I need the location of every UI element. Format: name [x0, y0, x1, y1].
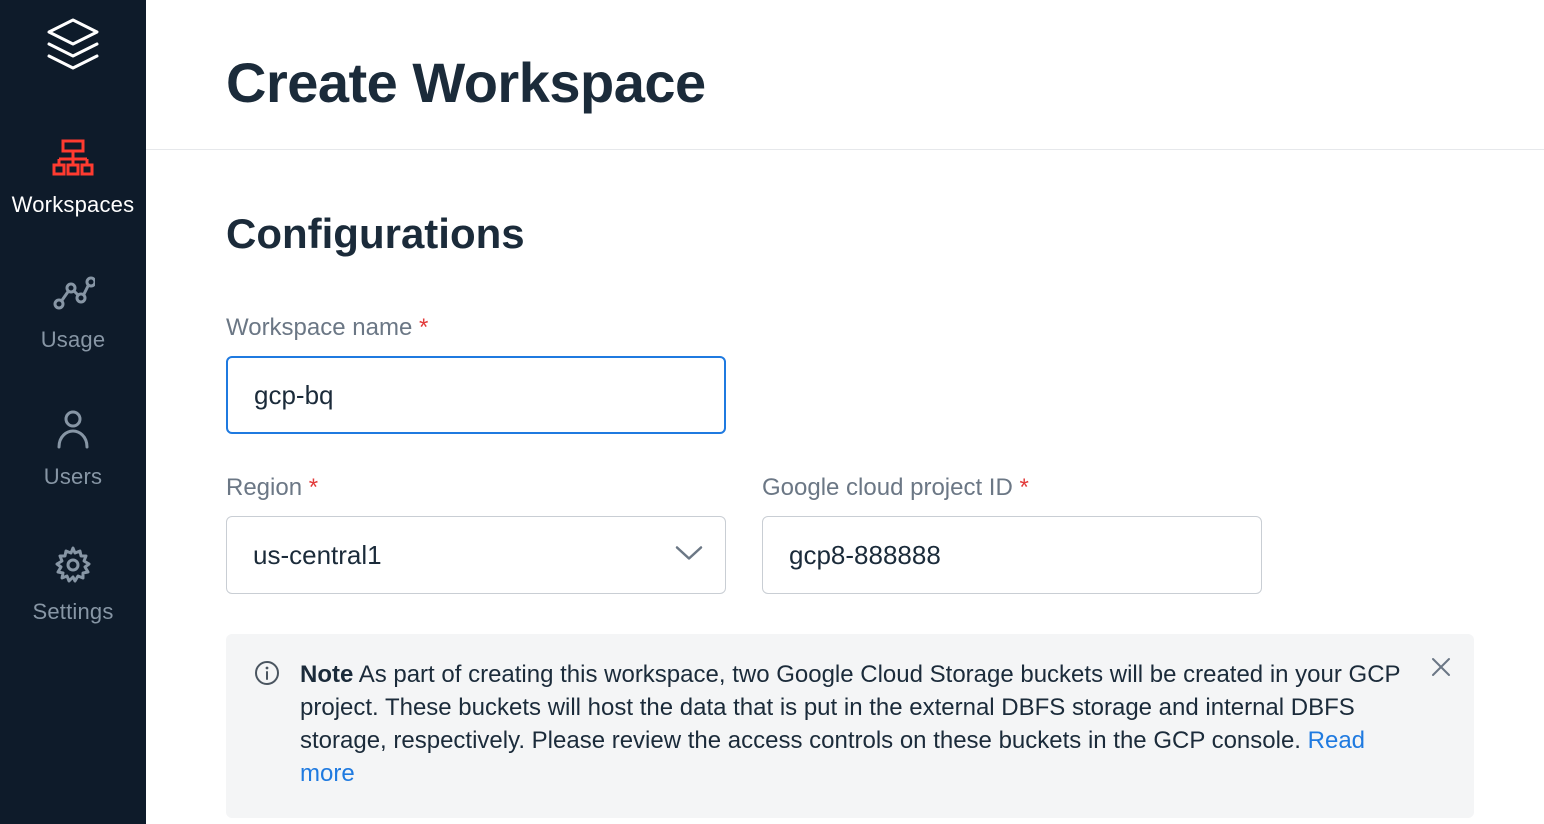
gear-icon — [54, 546, 92, 589]
project-id-input[interactable] — [762, 516, 1262, 594]
sidebar-item-label: Users — [44, 464, 102, 490]
region-field: Region * us-central1 — [226, 474, 726, 594]
section-title: Configurations — [226, 210, 1474, 258]
workspaces-icon — [51, 139, 95, 182]
sidebar-item-label: Settings — [32, 599, 113, 625]
sidebar: Workspaces Usage Users — [0, 0, 146, 824]
users-icon — [55, 409, 91, 454]
required-asterisk: * — [419, 314, 428, 341]
app-logo-icon[interactable] — [45, 18, 101, 83]
sidebar-item-users[interactable]: Users — [44, 409, 102, 490]
info-icon — [254, 660, 280, 691]
region-select[interactable]: us-central1 — [226, 516, 726, 594]
label-text: Region — [226, 474, 302, 501]
note-body: As part of creating this workspace, two … — [300, 661, 1400, 754]
sidebar-item-workspaces[interactable]: Workspaces — [12, 139, 135, 218]
main-content: Create Workspace Configurations Workspac… — [146, 0, 1544, 824]
required-asterisk: * — [309, 474, 318, 501]
label-text: Google cloud project ID — [762, 474, 1013, 501]
note-label: Note — [300, 661, 353, 688]
workspace-name-input[interactable] — [226, 356, 726, 434]
region-label: Region * — [226, 474, 726, 502]
close-icon[interactable] — [1430, 656, 1452, 683]
workspace-name-label: Workspace name * — [226, 314, 726, 342]
workspace-name-field: Workspace name * — [226, 314, 726, 434]
sidebar-item-label: Workspaces — [12, 192, 135, 218]
label-text: Workspace name — [226, 314, 412, 341]
note-text: Note As part of creating this workspace,… — [300, 658, 1446, 790]
required-asterisk: * — [1019, 474, 1028, 501]
divider — [146, 149, 1544, 150]
project-id-field: Google cloud project ID * — [762, 474, 1262, 594]
page-title: Create Workspace — [226, 50, 1474, 115]
usage-icon — [51, 274, 95, 317]
sidebar-item-label: Usage — [41, 327, 106, 353]
project-id-label: Google cloud project ID * — [762, 474, 1262, 502]
sidebar-item-usage[interactable]: Usage — [41, 274, 106, 353]
sidebar-item-settings[interactable]: Settings — [32, 546, 113, 625]
note-box: Note As part of creating this workspace,… — [226, 634, 1474, 818]
